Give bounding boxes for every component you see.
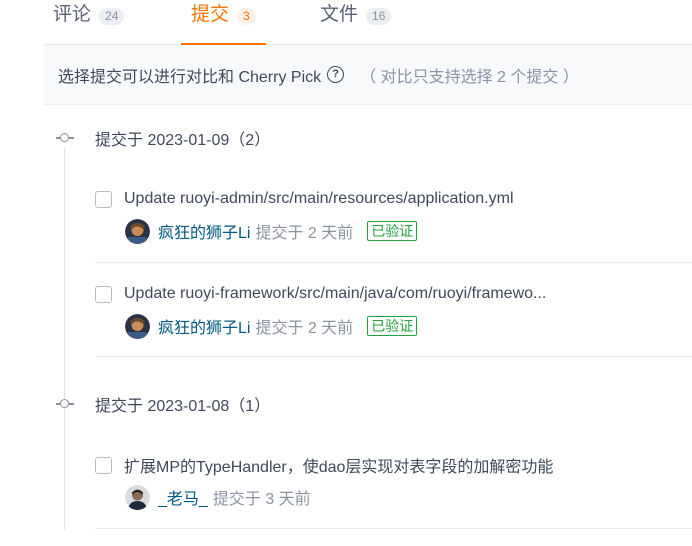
- help-icon[interactable]: ?: [327, 66, 345, 83]
- commit-checkbox[interactable]: [95, 190, 112, 208]
- commit-divider: [95, 356, 692, 357]
- commit-divider: [95, 262, 692, 263]
- commit-time: 提交于 3 天前: [212, 491, 311, 508]
- commit-title[interactable]: 扩展MP的TypeHandler，使dao层实现对表字段的加解密功能: [124, 453, 553, 477]
- tab-commits-count: 3: [237, 8, 256, 25]
- avatar[interactable]: [125, 218, 150, 244]
- compare-hint-note: （ 对比只支持选择 2 个提交 ）: [360, 68, 579, 86]
- commit-group-title: 提交于 2023-01-08（1）: [95, 398, 271, 415]
- commit-checkbox[interactable]: [95, 285, 112, 303]
- commit-time: 提交于 2 天前: [255, 225, 354, 242]
- commit-item: 扩展MP的TypeHandler，使dao层实现对表字段的加解密功能 _老马_ …: [95, 453, 692, 511]
- tab-comments-label: 评论: [53, 4, 92, 25]
- commit-title[interactable]: Update ruoyi-admin/src/main/resources/ap…: [124, 190, 514, 208]
- compare-hint-bar: 选择提交可以进行对比和 Cherry Pick ? （ 对比只支持选择 2 个提…: [44, 45, 692, 105]
- commit-author[interactable]: _老马_: [158, 485, 208, 509]
- tab-comments[interactable]: 评论 24: [53, 0, 125, 44]
- commit-title[interactable]: Update ruoyi-framework/src/main/java/com…: [124, 285, 546, 303]
- tab-commits-label: 提交: [191, 4, 230, 25]
- commit-author[interactable]: 疯狂的狮子Li: [158, 219, 250, 243]
- timeline-line: [64, 148, 65, 530]
- tab-bar: 评论 24 提交 3 文件 16: [44, 0, 692, 45]
- timeline-node-icon: [56, 398, 74, 410]
- commit-item: Update ruoyi-admin/src/main/resources/ap…: [95, 187, 692, 245]
- timeline-node-icon: [56, 132, 74, 144]
- tab-files-label: 文件: [320, 4, 359, 25]
- commit-item: Update ruoyi-framework/src/main/java/com…: [95, 282, 692, 340]
- verified-badge: 已验证: [367, 221, 418, 241]
- tab-commits[interactable]: 提交 3: [181, 0, 266, 45]
- commit-time: 提交于 2 天前: [255, 320, 354, 337]
- tab-comments-count: 24: [99, 8, 125, 25]
- commit-group-header: 提交于 2023-01-09（2）: [56, 126, 270, 150]
- tab-files-count: 16: [366, 8, 392, 25]
- commit-group-title: 提交于 2023-01-09（2）: [95, 132, 271, 149]
- avatar[interactable]: [125, 484, 150, 510]
- verified-badge: 已验证: [367, 316, 418, 336]
- commit-author[interactable]: 疯狂的狮子Li: [158, 314, 250, 338]
- tab-files[interactable]: 文件 16: [320, 0, 392, 44]
- commit-divider: [95, 528, 692, 529]
- avatar[interactable]: [125, 313, 150, 339]
- compare-hint-text: 选择提交可以进行对比和 Cherry Pick: [58, 68, 322, 86]
- commit-checkbox[interactable]: [95, 456, 112, 474]
- commit-group-header: 提交于 2023-01-08（1）: [56, 392, 270, 416]
